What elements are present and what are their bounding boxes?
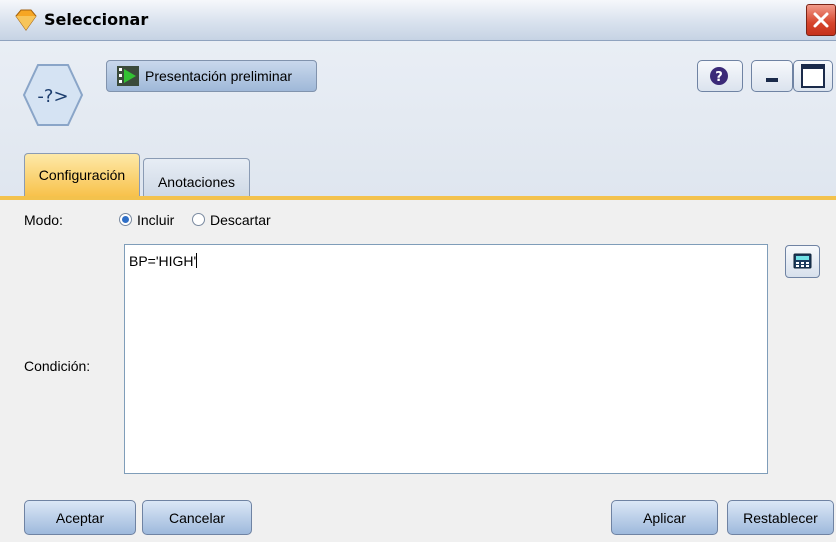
tab-anotaciones-label: Anotaciones [157,173,236,190]
maximize-button[interactable] [793,60,833,92]
window-title: Seleccionar [44,10,149,29]
close-button[interactable] [806,4,836,36]
help-button[interactable]: ? [697,60,743,92]
svg-text:?: ? [715,70,723,85]
preview-button[interactable]: Presentación preliminar [106,60,317,92]
tab-configuracion-label: Configuración [38,167,126,183]
radio-descartar[interactable] [192,213,205,226]
condition-label: Condición: [24,358,91,374]
reset-button[interactable]: Restablecer [727,500,834,535]
expression-builder-button[interactable] [785,245,820,278]
select-node-icon: -?> [22,64,84,126]
condition-text: BP='HIGH' [129,253,197,269]
radio-incluir[interactable] [119,213,132,226]
accept-button[interactable]: Aceptar [24,500,136,535]
tab-anotaciones[interactable]: Anotaciones [143,158,250,196]
minimize-icon [766,78,778,82]
minimize-button[interactable] [751,60,793,92]
close-icon [813,12,829,28]
tab-underline [0,196,836,200]
apply-button[interactable]: Aplicar [611,500,718,535]
cancel-label: Cancelar [168,509,226,526]
radio-incluir-label[interactable]: Incluir [137,212,174,228]
preview-icon [117,66,139,86]
mode-label: Modo: [24,212,63,228]
cancel-button[interactable]: Cancelar [142,500,252,535]
preview-label: Presentación preliminar [145,68,293,84]
help-icon: ? [710,67,728,85]
expression-builder-icon [793,253,812,269]
tab-configuracion[interactable]: Configuración [24,153,140,196]
apply-label: Aplicar [643,509,686,526]
radio-descartar-label[interactable]: Descartar [210,212,271,228]
condition-input[interactable]: BP='HIGH' [124,244,768,474]
diamond-node-icon [15,9,37,31]
accept-label: Aceptar [55,509,105,526]
text-caret [196,253,198,268]
reset-label: Restablecer [743,509,818,526]
title-bar: Seleccionar [0,0,836,41]
maximize-icon [801,64,825,88]
svg-text:-?>: -?> [37,86,68,107]
